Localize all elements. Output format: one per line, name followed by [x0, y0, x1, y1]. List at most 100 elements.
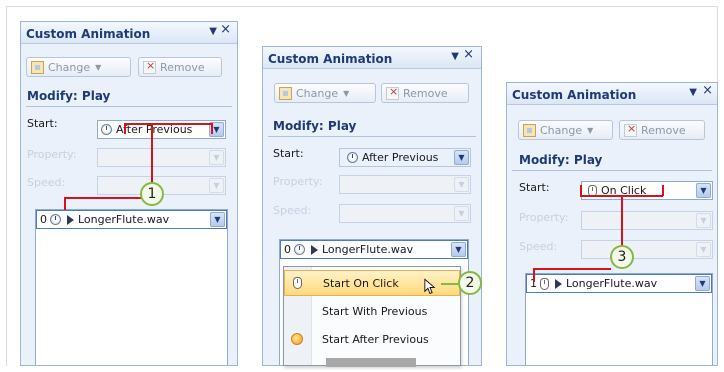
panel-menu-triangle-icon[interactable]: ▼ [451, 51, 459, 63]
change-button-label: Change [540, 123, 583, 137]
speed-label: Speed: [27, 176, 66, 189]
section-divider [512, 170, 712, 171]
mouse-icon [540, 277, 549, 290]
callout-line [124, 123, 126, 134]
change-button[interactable]: Change ▼ [518, 120, 613, 140]
callout-line [151, 124, 153, 182]
remove-button-label: Remove [160, 60, 205, 74]
speed-label: Speed: [519, 240, 558, 253]
panel-header: Custom Animation ▼ × [21, 22, 237, 44]
custom-animation-panel-1: Custom Animation ▼ × Change ▼ Remove Mod… [20, 21, 238, 366]
animation-name: LongerFlute.wav [566, 277, 658, 290]
remove-effect-icon [386, 85, 399, 100]
chevron-down-icon[interactable]: ▼ [696, 183, 711, 198]
callout-number-2: 2 [458, 271, 482, 295]
mouse-icon [293, 277, 302, 289]
property-label: Property: [273, 175, 323, 188]
change-button-label: Change [296, 86, 339, 100]
callout-line [662, 185, 664, 196]
menu-scroll-placeholder [326, 358, 416, 367]
chevron-down-icon[interactable]: ▼ [454, 150, 469, 165]
property-dropdown: ▼ [581, 211, 713, 230]
panel-menu-triangle-icon[interactable]: ▼ [689, 87, 697, 99]
menu-item-label: Start On Click [323, 276, 399, 290]
modify-section-title: Modify: Play [27, 89, 111, 103]
section-divider [268, 136, 476, 137]
list-item[interactable]: 0 LongerFlute.wav ▼ [280, 240, 468, 259]
animation-list[interactable]: 0 LongerFlute.wav ▼ [35, 209, 228, 365]
callout-number-3: 3 [610, 245, 634, 269]
play-icon [311, 244, 318, 255]
chevron-down-icon: ▼ [343, 88, 350, 98]
chevron-down-icon: ▼ [696, 242, 711, 257]
animation-order-number: 0 [284, 243, 291, 256]
remove-button-label: Remove [641, 123, 686, 137]
change-effect-icon [31, 60, 44, 74]
panel-title: Custom Animation [268, 52, 393, 66]
list-item[interactable]: 0 LongerFlute.wav ▼ [36, 210, 227, 229]
clock-icon [347, 152, 358, 163]
start-dropdown[interactable]: On Click ▼ [581, 181, 713, 200]
change-button[interactable]: Change ▼ [274, 83, 376, 103]
play-icon [555, 278, 562, 289]
callout-line [124, 123, 212, 125]
animation-name: LongerFlute.wav [322, 243, 414, 256]
close-icon[interactable]: × [463, 48, 474, 61]
animation-list[interactable]: 1 LongerFlute.wav ▼ [525, 273, 713, 365]
callout-line [621, 196, 623, 246]
remove-button-label: Remove [403, 86, 448, 100]
property-label: Property: [519, 211, 569, 224]
remove-button[interactable]: Remove [619, 120, 705, 140]
panel-title: Custom Animation [512, 88, 637, 102]
mouse-pointer-icon [424, 278, 436, 294]
start-label: Start: [519, 181, 550, 194]
modify-section-title: Modify: Play [519, 153, 603, 167]
callout-number-1: 1 [140, 182, 164, 206]
speed-label: Speed: [273, 204, 312, 217]
callout-line [580, 185, 582, 196]
chevron-down-icon[interactable]: ▼ [451, 242, 466, 257]
property-dropdown: ▼ [339, 175, 471, 194]
remove-effect-icon [143, 59, 156, 74]
change-effect-icon [279, 86, 292, 100]
menu-item-start-after-previous[interactable]: Start After Previous [284, 326, 460, 352]
close-icon[interactable]: × [220, 23, 231, 36]
chevron-down-icon: ▼ [696, 213, 711, 228]
clock-icon [50, 214, 61, 225]
start-label: Start: [273, 147, 304, 160]
property-dropdown: ▼ [97, 148, 226, 167]
chevron-down-icon[interactable]: ▼ [210, 212, 225, 227]
close-icon[interactable]: × [702, 84, 713, 97]
chevron-down-icon: ▼ [209, 178, 224, 193]
chevron-down-icon[interactable]: ▼ [695, 276, 710, 291]
change-button-label: Change [48, 60, 91, 74]
panel-header: Custom Animation ▼ × [263, 47, 481, 69]
menu-item-start-with-previous[interactable]: Start With Previous [284, 298, 460, 324]
play-icon [67, 214, 74, 225]
chevron-down-icon: ▼ [587, 125, 594, 135]
remove-button[interactable]: Remove [381, 83, 469, 103]
menu-item-label: Start With Previous [322, 304, 428, 318]
speed-dropdown: ▼ [339, 204, 471, 223]
chevron-down-icon: ▼ [209, 150, 224, 165]
chevron-down-icon: ▼ [95, 62, 102, 72]
chevron-down-icon: ▼ [454, 177, 469, 192]
speed-dropdown: ▼ [581, 240, 713, 259]
property-label: Property: [27, 148, 77, 161]
menu-item-label: Start After Previous [322, 332, 429, 346]
callout-line [64, 197, 141, 199]
animation-name: LongerFlute.wav [78, 213, 170, 226]
chevron-down-icon: ▼ [454, 206, 469, 221]
change-button[interactable]: Change ▼ [26, 57, 131, 77]
callout-line [533, 268, 535, 282]
clock-icon [101, 124, 112, 135]
section-divider [26, 106, 232, 107]
selected-bullet-icon [291, 333, 303, 345]
start-dropdown[interactable]: After Previous ▼ [339, 148, 471, 167]
remove-button[interactable]: Remove [138, 57, 222, 77]
callout-line [64, 197, 66, 210]
start-dropdown-value: After Previous [362, 151, 439, 164]
panel-menu-triangle-icon[interactable]: ▼ [209, 26, 217, 38]
list-item[interactable]: 1 LongerFlute.wav ▼ [526, 274, 712, 293]
panel-title: Custom Animation [26, 27, 151, 41]
